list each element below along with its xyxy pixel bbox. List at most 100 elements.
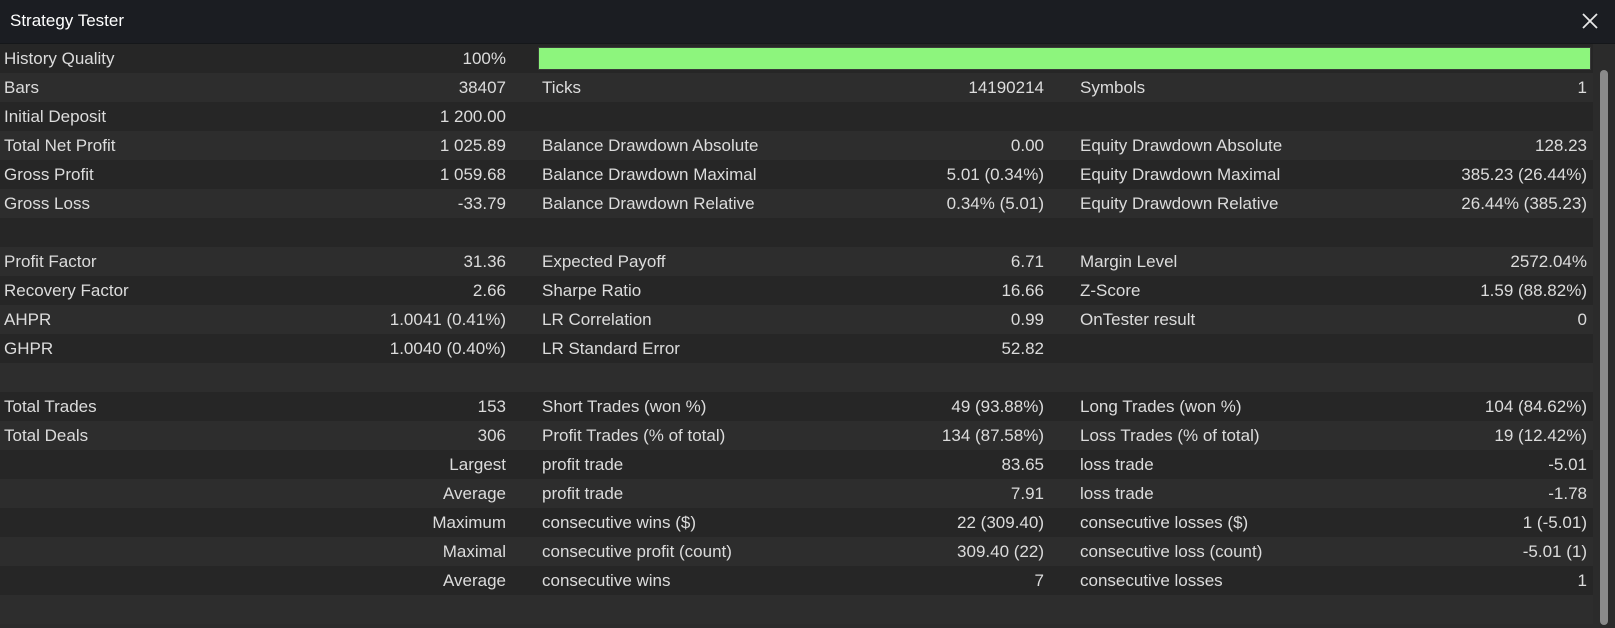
col1-value: Average [442, 484, 506, 503]
col1-label [4, 218, 244, 247]
col1-value: 1.0041 (0.41%) [389, 310, 506, 329]
col3-value: 0 [1577, 310, 1587, 329]
table-row: Initial Deposit 1 200.00 [0, 102, 1593, 131]
table-row: Total Net Profit 1 025.89 Balance Drawdown… [0, 131, 1593, 160]
col1-value: 306 [477, 426, 506, 445]
col1-label: Total Net Profit [4, 136, 116, 155]
col2-value: 0.34% (5.01) [946, 194, 1044, 213]
col1-value: Average [442, 571, 506, 590]
col1-label: Bars [4, 78, 39, 97]
strategy-tester-window: Strategy Tester History Quality 100% Bar… [0, 0, 1615, 628]
table-row [0, 218, 1593, 247]
table-row [0, 595, 1593, 624]
col1-value [250, 218, 506, 247]
col1-label: Recovery Factor [4, 281, 129, 300]
col2-value: 22 (309.40) [957, 513, 1044, 532]
col2-value: 14190214 [968, 78, 1044, 97]
col1-value: 38407 [458, 78, 506, 97]
col2-value [760, 363, 1044, 392]
table-row: Gross Profit 1 059.68 Balance Drawdown Max… [0, 160, 1593, 189]
col3-value: 1 (-5.01) [1522, 513, 1587, 532]
col1-label: Initial Deposit [4, 107, 107, 126]
table-row: Recovery Factor 2.66 Sharpe Ratio 16.66 Z-Sc… [0, 276, 1593, 305]
col1-label [4, 595, 244, 624]
table-row: GHPR 1.0040 (0.40%) LR Standard Error 52.82 [0, 334, 1593, 363]
col1-label [4, 450, 244, 479]
table-row: Profit Factor 31.36 Expected Payoff 6.71 Mar… [0, 247, 1593, 276]
col3-value [1300, 363, 1587, 392]
col3-value [1300, 334, 1587, 363]
col1-value: 1 200.00 [439, 107, 506, 126]
col1-value: 1 059.68 [439, 165, 506, 184]
scrollbar-thumb[interactable] [1600, 70, 1608, 625]
col3-value: 1 [1577, 78, 1587, 97]
history-quality-bar-fill [539, 48, 1590, 69]
report-table: History Quality 100% Bars 38407 Ticks 14190… [0, 44, 1593, 628]
close-button[interactable] [1579, 10, 1601, 32]
table-row: Total Trades 153 Short Trades (won %) 49 (9… [0, 392, 1593, 421]
col3-value: 1.59 (88.82%) [1480, 281, 1587, 300]
col2-value: 52.82 [1001, 339, 1044, 358]
window-title: Strategy Tester [10, 11, 125, 30]
col3-value: 19 (12.42%) [1494, 426, 1587, 445]
col2-value: 83.65 [1001, 455, 1044, 474]
col2-value: 0.00 [1010, 136, 1044, 155]
col2-value: 309.40 (22) [957, 542, 1044, 561]
col1-value: 1.0040 (0.40%) [389, 339, 506, 358]
table-row: Bars 38407 Ticks 14190214 Symbols 1 [0, 73, 1593, 102]
col1-value: 1 025.89 [439, 136, 506, 155]
col2-value: 16.66 [1001, 281, 1044, 300]
col3-value: 26.44% (385.23) [1461, 194, 1587, 213]
col2-value: 0.99 [1010, 310, 1044, 329]
table-row: Gross Loss -33.79 Balance Drawdown Relativ… [0, 189, 1593, 218]
col1-label: Gross Loss [4, 194, 90, 213]
col3-value: 128.23 [1535, 136, 1587, 155]
table-row: AHPR 1.0041 (0.41%) LR Correlation 0.99 OnTe… [0, 305, 1593, 334]
col3-value: 385.23 (26.44%) [1461, 165, 1587, 184]
col1-value [250, 363, 506, 392]
report-rows: Bars 38407 Ticks 14190214 Symbols 1 Initial De… [0, 73, 1593, 624]
col1-value: Maximal [442, 542, 506, 561]
col1-label [4, 508, 244, 537]
vertical-scrollbar[interactable] [1593, 44, 1615, 628]
col3-value [1300, 102, 1587, 131]
table-row: Maximal consecutive profit (count) 309.40 … [0, 537, 1593, 566]
col2-value [760, 102, 1044, 131]
col1-label: Gross Profit [4, 165, 94, 184]
col1-value: 153 [477, 397, 506, 416]
col2-value [760, 595, 1044, 624]
col1-label: Total Trades [4, 397, 97, 416]
col1-label: Profit Factor [4, 252, 97, 271]
table-row: Average profit trade 7.91 loss trade -1.78 [0, 479, 1593, 508]
col1-value: -33.79 [457, 194, 506, 213]
col3-value: 104 (84.62%) [1484, 397, 1587, 416]
col2-value: 6.71 [1010, 252, 1044, 271]
col3-value: 2572.04% [1510, 252, 1587, 271]
col2-value: 134 (87.58%) [941, 426, 1044, 445]
col1-label: AHPR [4, 310, 52, 329]
col1-label: Total Deals [4, 426, 89, 445]
col3-value [1300, 595, 1587, 624]
table-row: Total Deals 306 Profit Trades (% of total)… [0, 421, 1593, 450]
col2-value [760, 218, 1044, 247]
table-row: Average consecutive wins 7 consecutive loss… [0, 566, 1593, 595]
col2-value: 7 [1034, 571, 1044, 590]
col1-label [4, 566, 244, 595]
col2-value: 7.91 [1010, 484, 1044, 503]
col1-label [4, 479, 244, 508]
col1-label: GHPR [4, 339, 54, 358]
col3-value [1300, 218, 1587, 247]
col1-value [250, 595, 506, 624]
col3-value: -5.01 (1) [1522, 542, 1587, 561]
col1-value: 31.36 [463, 252, 506, 271]
close-icon [1582, 13, 1598, 29]
col2-value: 49 (93.88%) [951, 397, 1044, 416]
title-bar[interactable]: Strategy Tester [0, 0, 1615, 44]
table-row: Largest profit trade 83.65 loss trade -5.01 [0, 450, 1593, 479]
col1-value: Largest [449, 455, 506, 474]
table-row: Maximum consecutive wins ($) 22 (309.40) co… [0, 508, 1593, 537]
table-row-history-quality: History Quality 100% [0, 44, 1593, 73]
col1-label [4, 537, 244, 566]
table-row [0, 363, 1593, 392]
col3-value: -5.01 [1548, 455, 1587, 474]
